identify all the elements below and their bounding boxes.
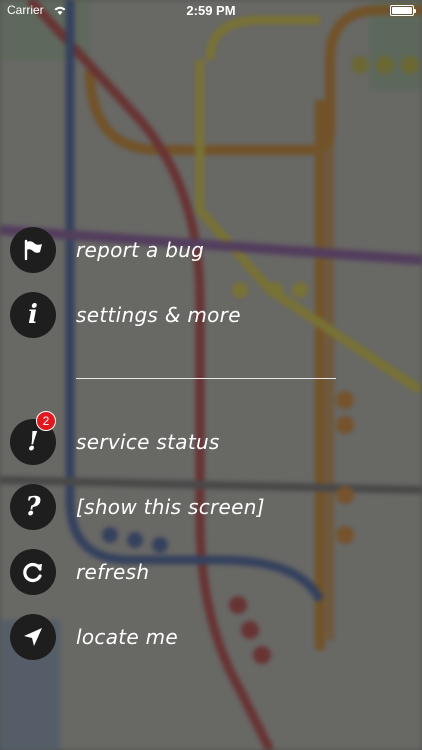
battery-icon: [390, 5, 416, 16]
menu-item-label: settings & more: [76, 303, 241, 327]
location-arrow-icon: [10, 614, 56, 660]
menu-item-label: [show this screen]: [76, 495, 265, 519]
menu-item-locate-me[interactable]: locate me: [10, 613, 350, 661]
menu-item-show-screen[interactable]: ? [show this screen]: [10, 483, 350, 531]
question-icon: ?: [10, 484, 56, 530]
menu-item-label: refresh: [76, 560, 150, 584]
menu-divider: [76, 378, 336, 379]
refresh-icon: [10, 549, 56, 595]
notification-badge: 2: [36, 411, 56, 431]
info-icon: i: [10, 292, 56, 338]
menu-item-report-bug[interactable]: report a bug: [10, 226, 350, 274]
clock: 2:59 PM: [186, 3, 236, 18]
info-glyph: i: [28, 300, 38, 330]
exclamation-glyph: !: [27, 427, 39, 457]
menu-item-label: service status: [76, 430, 220, 454]
menu-item-refresh[interactable]: refresh: [10, 548, 350, 596]
menu-item-label: report a bug: [76, 238, 205, 262]
menu-item-settings[interactable]: i settings & more: [10, 291, 350, 339]
question-glyph: ?: [25, 492, 41, 522]
menu-item-service-status[interactable]: ! 2 service status: [10, 411, 350, 466]
flag-icon: [10, 227, 56, 273]
status-bar: Carrier 2:59 PM: [0, 0, 422, 22]
exclamation-icon: ! 2: [10, 411, 56, 465]
menu-item-label: locate me: [76, 625, 179, 649]
